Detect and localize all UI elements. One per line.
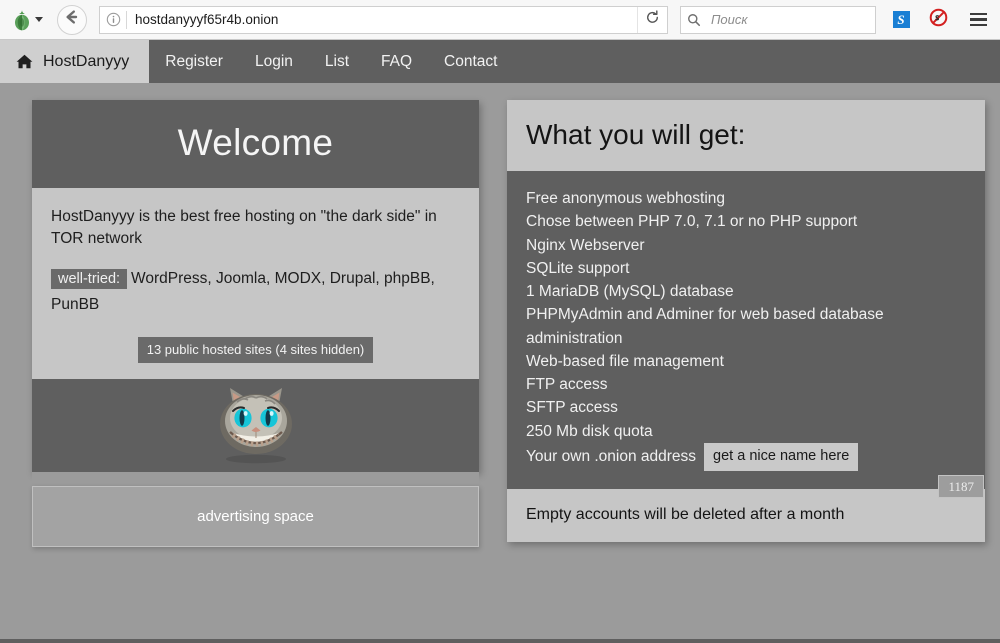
- tor-onion-button[interactable]: [8, 7, 47, 33]
- https-everywhere-button[interactable]: S: [889, 8, 913, 32]
- list-item: SQLite support: [526, 257, 966, 280]
- page-left-edge: [0, 83, 5, 639]
- chevron-down-icon: [35, 17, 43, 22]
- get-nice-name-button[interactable]: get a nice name here: [704, 443, 858, 471]
- list-item: SFTP access: [526, 396, 966, 419]
- cheshire-cat-image: [197, 380, 315, 471]
- advertising-wrap: advertising space: [32, 472, 479, 547]
- reload-button[interactable]: [637, 7, 667, 33]
- onion-icon: [12, 9, 32, 31]
- back-button[interactable]: [57, 5, 87, 35]
- list-item: Free anonymous webhosting: [526, 187, 966, 210]
- onion-address-label: Your own .onion address: [526, 445, 696, 468]
- what-you-get-heading: What you will get:: [507, 100, 985, 171]
- visitor-counter: 1187: [938, 478, 984, 496]
- reload-icon: [645, 10, 660, 30]
- nav-item-contact[interactable]: Contact: [428, 40, 513, 83]
- noscript-button[interactable]: [926, 8, 950, 32]
- welcome-intro-text: HostDanyyy is the best free hosting on "…: [51, 206, 460, 251]
- url-bar[interactable]: hostdanyyyf65r4b.onion: [99, 6, 668, 34]
- hamburger-menu-button[interactable]: [964, 6, 992, 34]
- nav-item-list[interactable]: List: [309, 40, 365, 83]
- list-item: PHPMyAdmin and Adminer for web based dat…: [526, 303, 966, 350]
- sites-badge-wrap: 13 public hosted sites (4 sites hidden): [51, 337, 460, 364]
- site-footer: hostdanyyyf65r4b.onion: [0, 639, 1000, 643]
- advertising-space-box[interactable]: advertising space: [32, 486, 479, 547]
- list-item: Chose between PHP 7.0, 7.1 or no PHP sup…: [526, 210, 966, 233]
- hamburger-menu-icon: [970, 13, 987, 16]
- nav-item-register[interactable]: Register: [149, 40, 239, 83]
- list-item: Nginx Webserver: [526, 234, 966, 257]
- nav-item-login[interactable]: Login: [239, 40, 309, 83]
- list-item: FTP access: [526, 373, 966, 396]
- nav-item-faq[interactable]: FAQ: [365, 40, 428, 83]
- search-input[interactable]: Поиск: [707, 12, 748, 27]
- site-navbar: HostDanyyy Register Login List FAQ Conta…: [0, 40, 1000, 83]
- noscript-icon: [929, 8, 948, 32]
- home-icon: [16, 54, 33, 69]
- list-item: 250 Mb disk quota: [526, 420, 966, 443]
- hamburger-menu-icon: [970, 24, 987, 27]
- page-content: Welcome HostDanyyy is the best free host…: [0, 83, 1000, 639]
- content-columns: Welcome HostDanyyy is the best free host…: [0, 83, 1000, 547]
- empty-accounts-note: Empty accounts will be deleted after a m…: [507, 489, 985, 542]
- list-item: Web-based file management: [526, 350, 966, 373]
- nav-brand-hostdanyyy[interactable]: HostDanyyy: [0, 40, 149, 83]
- hamburger-menu-icon: [970, 18, 987, 21]
- welcome-body: HostDanyyy is the best free hosting on "…: [32, 188, 479, 379]
- well-tried-badge: well-tried:: [51, 269, 127, 289]
- what-you-get-panel: What you will get: Free anonymous webhos…: [507, 100, 985, 542]
- feature-list: Free anonymous webhosting Chose between …: [507, 171, 985, 489]
- well-tried-row: well-tried:WordPress, Joomla, MODX, Drup…: [51, 266, 460, 319]
- right-column: What you will get: Free anonymous webhos…: [507, 100, 985, 547]
- url-text[interactable]: hostdanyyyf65r4b.onion: [127, 7, 637, 33]
- back-arrow-icon: [64, 9, 80, 30]
- onion-address-row: Your own .onion address get a nice name …: [526, 443, 966, 471]
- status-badge-hosted-sites[interactable]: 13 public hosted sites (4 sites hidden): [138, 337, 374, 364]
- visitor-counter-value: 1187: [938, 475, 984, 498]
- browser-toolbar: hostdanyyyf65r4b.onion Поиск S: [0, 0, 1000, 40]
- welcome-heading: Welcome: [32, 100, 479, 188]
- search-icon: [681, 13, 707, 27]
- search-bar[interactable]: Поиск: [680, 6, 876, 34]
- https-everywhere-icon: S: [893, 11, 910, 28]
- cheshire-cat-panel: [32, 379, 479, 472]
- list-item: 1 MariaDB (MySQL) database: [526, 280, 966, 303]
- left-column: Welcome HostDanyyy is the best free host…: [32, 100, 479, 547]
- info-circle-icon[interactable]: [100, 12, 126, 27]
- nav-brand-label: HostDanyyy: [43, 53, 129, 71]
- welcome-panel: Welcome HostDanyyy is the best free host…: [32, 100, 479, 472]
